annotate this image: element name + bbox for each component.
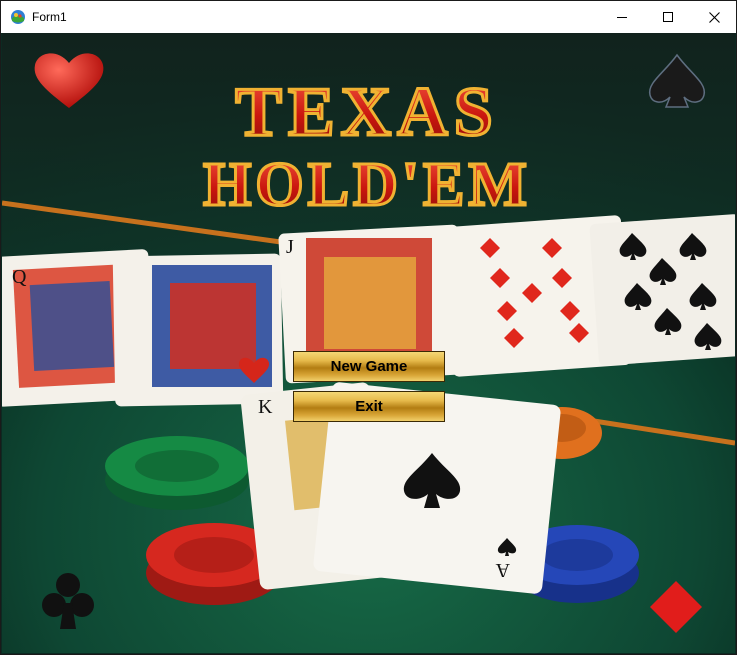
green-poker-chip xyxy=(105,436,249,510)
minimize-button[interactable] xyxy=(599,1,645,33)
logo-line-1: TEXAS xyxy=(235,74,498,151)
maximize-button[interactable] xyxy=(645,1,691,33)
card-king-spades-rank: K xyxy=(258,396,273,418)
new-game-button[interactable]: New Game xyxy=(293,351,445,382)
poker-background: TEXAS HOLD'EM Q J K A New Game Exit xyxy=(2,33,735,653)
card-ace-spades-rank: A xyxy=(495,559,510,581)
minimize-icon xyxy=(617,17,627,18)
app-icon xyxy=(11,10,25,24)
app-window: Form1 TEXAS HOLD'EM Q J K A New Game Exi… xyxy=(0,0,737,655)
card-queen-spades-rank: Q xyxy=(12,266,27,288)
card-queen-hearts xyxy=(112,253,284,407)
card-jack-spades-rank: J xyxy=(286,236,294,258)
background-art: TEXAS HOLD'EM Q J K A xyxy=(2,33,735,653)
close-icon xyxy=(708,11,720,23)
card-ten-spades xyxy=(589,214,735,366)
close-button[interactable] xyxy=(691,1,737,33)
maximize-icon xyxy=(663,12,673,22)
title-bar[interactable]: Form1 xyxy=(1,1,736,33)
exit-button[interactable]: Exit xyxy=(293,391,445,422)
texas-holdem-logo: TEXAS HOLD'EM xyxy=(202,73,531,221)
window-title: Form1 xyxy=(32,10,67,24)
logo-line-2: HOLD'EM xyxy=(203,151,531,219)
